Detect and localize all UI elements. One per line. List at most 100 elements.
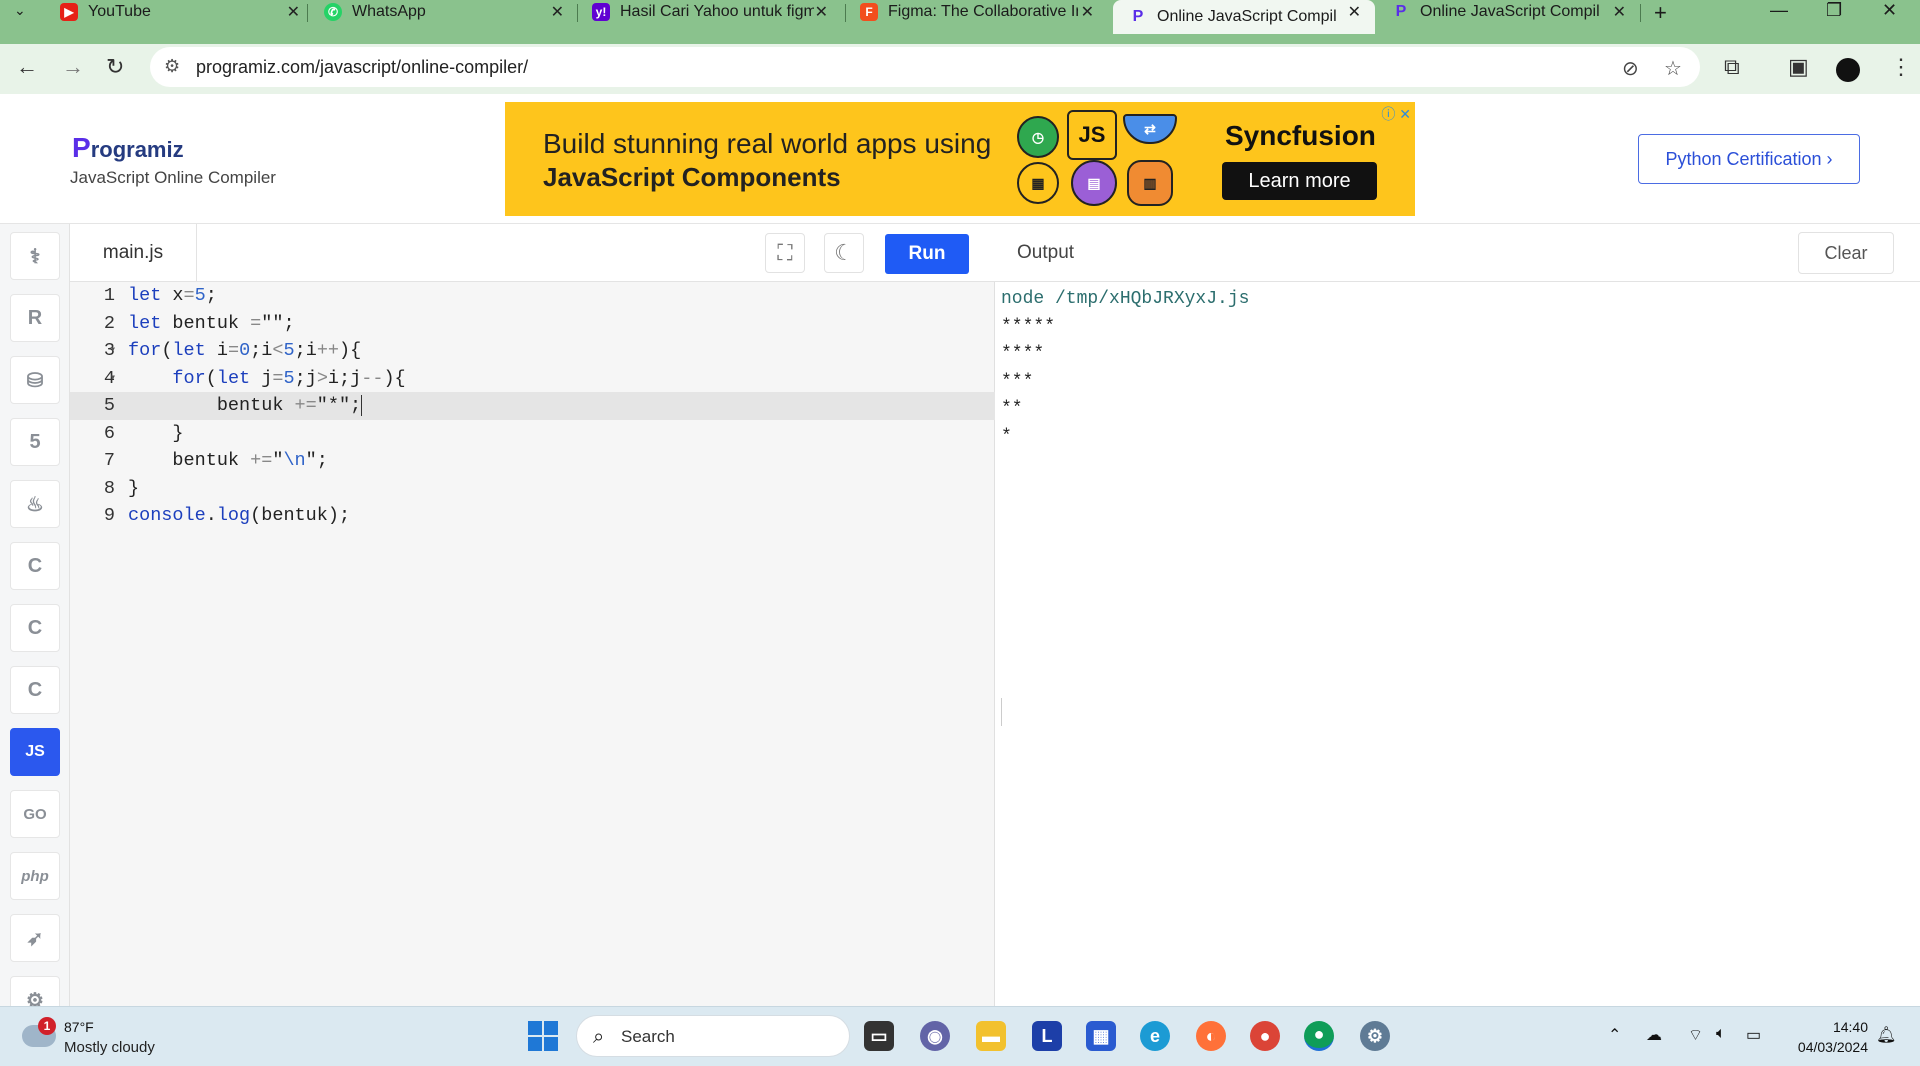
r-language-icon[interactable]: R [10,294,60,342]
windows-start-icon[interactable] [528,1021,558,1051]
profile-avatar[interactable] [1836,58,1860,82]
settings-icon[interactable]: ⚙ [1360,1021,1390,1051]
fold-arrow-icon[interactable]: ▾ [110,365,116,393]
csharp-icon[interactable]: C [10,666,60,714]
new-tab-button[interactable]: + [1654,0,1667,26]
tab-programiz[interactable]: P Online JavaScript Compiler ✕ [1392,0,1626,24]
dark-mode-icon[interactable]: ☾ [824,233,864,273]
close-icon[interactable]: ✕ [1348,2,1361,22]
weather-widget[interactable]: 1 87°F Mostly cloudy [22,1017,202,1059]
store-icon[interactable]: ▦ [1086,1021,1116,1051]
minimize-button[interactable]: — [1770,0,1788,21]
code-line: 7 bentuk +="\n"; [103,450,328,471]
grid-icon: ▥ [1127,160,1173,206]
eye-off-icon[interactable]: ⊘ [1622,56,1639,81]
youtube-icon: ▶ [60,3,78,21]
system-clock[interactable]: 14:40 04/03/2024 [1784,1017,1868,1057]
tab-search-icon[interactable]: ⌄ [14,2,26,19]
page-subtitle: JavaScript Online Compiler [70,168,276,187]
file-tab-main-js[interactable]: main.js [70,224,197,282]
chevron-up-icon[interactable]: ⌃ [1608,1025,1621,1045]
tab-title: Online JavaScript Compiler [1420,3,1600,20]
ad-close-icon[interactable]: ⓘ ✕ [1381,104,1411,124]
ad-line2: JavaScript Components [543,162,841,192]
php-icon[interactable]: php [10,852,60,900]
run-button[interactable]: Run [885,234,969,274]
python-certification-button[interactable]: Python Certification › [1638,134,1860,184]
site-settings-icon[interactable]: ⚙ [164,56,180,77]
extensions-icon[interactable]: ⧉ [1724,54,1740,80]
close-icon[interactable]: ✕ [1081,2,1094,22]
omnibox[interactable]: ⚙ programiz.com/javascript/online-compil… [150,47,1700,87]
browser-tab-bar: ⌄ ▶ YouTube ✕ ✆ WhatsApp ✕ y! Hasil Cari… [0,0,1920,44]
restore-button[interactable]: ❐ [1826,0,1842,21]
clock-date: 04/03/2024 [1797,1039,1868,1055]
reload-icon[interactable]: ↻ [106,54,124,80]
tab-youtube[interactable]: ▶ YouTube ✕ [60,0,300,24]
close-window-button[interactable]: ✕ [1882,0,1897,21]
code-editor-panel: main.js ⛶ ☾ Run 1 let x=5; 2 let bentuk ="… [70,224,995,1006]
programiz-icon: P [1395,3,1407,20]
tab-title: WhatsApp [352,3,426,20]
output-text[interactable]: node /tmp/xHQbJRXyxJ.js ***** **** *** *… [1001,286,1249,451]
windows-taskbar: 1 87°F Mostly cloudy ⌕ Search ▭ ◉ ▬ L ▦ … [0,1006,1920,1066]
clear-button[interactable]: Clear [1798,232,1894,274]
rust-icon[interactable]: ⚙ [10,976,60,1006]
edge-icon[interactable]: e [1140,1021,1170,1051]
python-icon[interactable]: ⚕ [10,232,60,280]
code-area[interactable]: 1 let x=5; 2 let bentuk =""; 3 ▾ for(let i=0… [70,282,995,530]
code-line: 9 console.log(bentuk); [103,505,351,526]
learn-more-button[interactable]: Learn more [1222,162,1377,200]
close-icon[interactable]: ✕ [551,2,564,22]
java-icon[interactable]: ♨ [10,480,60,528]
output-line: * [1001,426,1012,447]
code-line: 4 ▾ for(let j=5;j>i;j--){ [70,365,995,393]
tab-programiz-active[interactable]: P Online JavaScript Compiler ✕ [1113,0,1375,34]
close-icon[interactable]: ✕ [287,2,300,22]
side-panel-icon[interactable]: ▣ [1788,54,1809,80]
taskbar-search[interactable]: ⌕ Search [576,1015,850,1057]
go-language-icon[interactable]: GO [10,790,60,838]
search-label: Search [621,1027,675,1046]
firefox-icon[interactable]: ◐ [1196,1021,1226,1051]
file-explorer-icon[interactable]: ▬ [976,1021,1006,1051]
security-icon[interactable]: ☁ [1646,1025,1662,1045]
output-line: *** [1001,371,1034,392]
volume-icon[interactable]: 🔈︎ [1716,1025,1726,1043]
site-header: Programiz JavaScript Online Compiler Bui… [0,94,1920,224]
yahoo-icon: y! [592,3,610,21]
back-icon[interactable]: ← [16,54,38,80]
clock-time: 14:40 [1832,1019,1868,1035]
output-command: node /tmp/xHQbJRXyxJ.js [1001,289,1250,309]
bookmark-star-icon[interactable]: ☆ [1664,56,1682,81]
chrome-icon[interactable]: ● [1250,1021,1280,1051]
code-line: 2 let bentuk =""; [103,312,295,334]
js-badge: JS [1067,110,1117,160]
programiz-logo[interactable]: Programiz [72,132,184,164]
wifi-icon[interactable]: ⌔ [1688,1025,1703,1045]
ad-banner[interactable]: Build stunning real world apps using Jav… [505,102,1415,216]
c-language-icon[interactable]: C [10,542,60,590]
tab-yahoo[interactable]: y! Hasil Cari Yahoo untuk figma ✕ [592,0,828,24]
swift-icon[interactable]: ➶ [10,914,60,962]
html5-icon[interactable]: 5 [10,418,60,466]
code-line: 6 } [103,422,184,444]
chat-icon[interactable]: ◉ [920,1021,950,1051]
fold-arrow-icon[interactable]: ▾ [110,337,116,365]
cpp-icon[interactable]: C [10,604,60,652]
menu-icon[interactable]: ⋮ [1890,54,1912,80]
chrome-profile-icon[interactable]: ● [1304,1021,1334,1051]
battery-icon[interactable]: ▭ [1746,1025,1761,1045]
close-icon[interactable]: ✕ [1613,2,1626,22]
app-l-icon[interactable]: L [1032,1021,1062,1051]
tab-whatsapp[interactable]: ✆ WhatsApp ✕ [324,0,564,24]
task-view-icon[interactable]: ▭ [864,1021,894,1051]
sql-database-icon[interactable]: ⛁ [10,356,60,404]
output-title: Output [1017,242,1075,263]
tab-figma[interactable]: F Figma: The Collaborative Interface ✕ [860,0,1094,24]
close-icon[interactable]: ✕ [815,2,828,22]
javascript-icon[interactable]: JS [10,728,60,776]
fullscreen-icon[interactable]: ⛶ [765,233,805,273]
forward-icon[interactable]: → [62,54,84,80]
notification-bell-icon[interactable]: 🔔︎ [1876,1025,1896,1045]
